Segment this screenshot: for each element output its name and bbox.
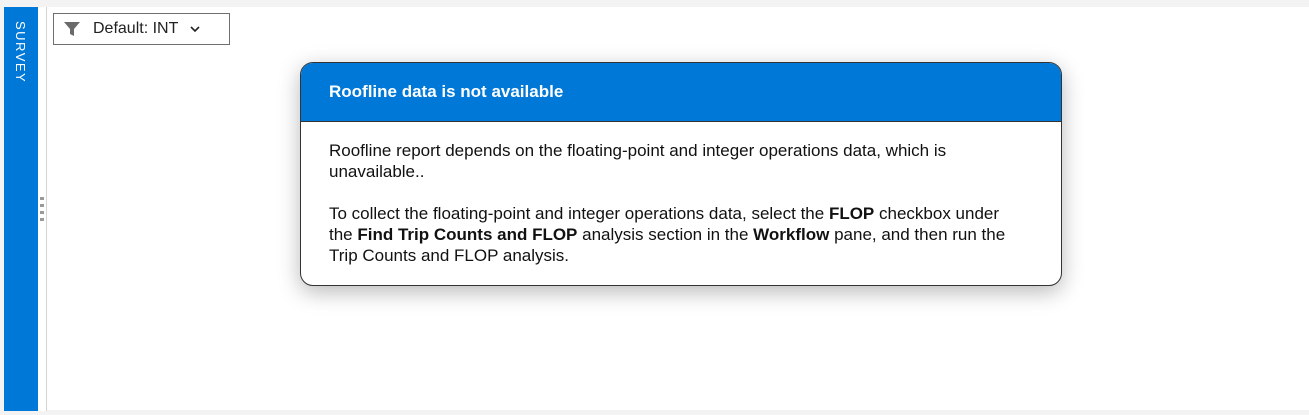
p2-text-3: analysis section in the: [577, 225, 754, 244]
filter-label: Default: INT: [93, 20, 179, 37]
splitter-grip-icon[interactable]: [40, 197, 44, 221]
dialog-paragraph-2: To collect the floating-point and intege…: [329, 203, 1021, 266]
pane-splitter[interactable]: [38, 7, 47, 411]
filter-dropdown[interactable]: Default: INT: [53, 13, 230, 45]
find-trip-counts-keyword: Find Trip Counts and FLOP: [357, 225, 578, 244]
flop-keyword: FLOP: [828, 204, 875, 223]
app-frame: SURVEY Default: INT Roofline data is not…: [0, 0, 1309, 415]
dialog-body: Roofline report depends on the floating-…: [301, 122, 1061, 266]
roofline-unavailable-dialog: Roofline data is not available Roofline …: [300, 62, 1062, 286]
dialog-paragraph-1: Roofline report depends on the floating-…: [329, 141, 947, 181]
survey-tab-label: SURVEY: [13, 21, 28, 84]
chevron-down-icon: [189, 23, 201, 35]
dialog-header: Roofline data is not available: [301, 63, 1061, 122]
workflow-keyword: Workflow: [753, 225, 830, 244]
dialog-title: Roofline data is not available: [329, 82, 564, 101]
survey-side-tab[interactable]: SURVEY: [4, 7, 38, 411]
p2-text-1: To collect the floating-point and intege…: [329, 204, 829, 223]
filter-icon: [63, 21, 81, 37]
roofline-content-pane: Default: INT Roofline data is not availa…: [47, 7, 1309, 410]
